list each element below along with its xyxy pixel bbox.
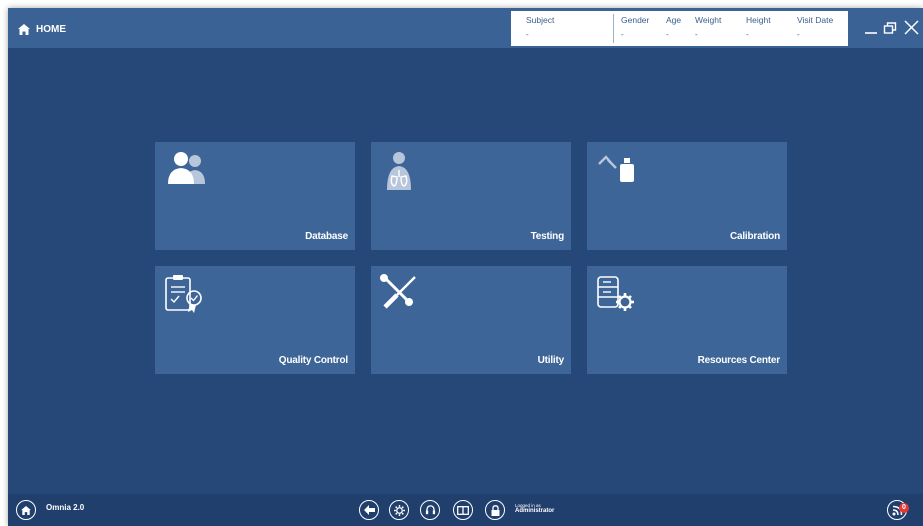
home-footer-button[interactable] (16, 500, 36, 520)
gear-icon (393, 504, 405, 516)
weight-field: Weight - (695, 15, 721, 39)
tile-label: Calibration (729, 231, 780, 242)
subject-field: Subject - (526, 15, 554, 39)
height-field: Height - (746, 15, 771, 39)
height-label: Height (746, 15, 771, 25)
tile-label: Testing (530, 231, 565, 242)
tile-label: Utility (537, 355, 565, 366)
calibration-syringe-icon (598, 155, 634, 182)
patient-lungs-icon (387, 152, 411, 190)
minimize-icon[interactable] (863, 19, 881, 37)
back-arrow-icon (363, 505, 375, 515)
tile-database[interactable]: Database (155, 142, 355, 250)
lock-icon (491, 504, 499, 516)
lock-button[interactable] (485, 500, 505, 520)
home-button[interactable]: HOME (18, 21, 66, 37)
tile-calibration[interactable]: Calibration (587, 142, 787, 250)
app-window: HOME Subject - Gender - Age - Weight - H… (8, 8, 923, 526)
age-field: Age - (666, 15, 681, 39)
age-label: Age (666, 15, 682, 25)
title-bar: HOME Subject - Gender - Age - Weight - H… (8, 8, 923, 48)
settings-button[interactable] (389, 500, 409, 520)
age-value: - (666, 30, 669, 39)
gender-value: - (621, 30, 624, 39)
users-icon (168, 152, 205, 184)
patient-info-panel: Subject - Gender - Age - Weight - Height… (511, 11, 848, 46)
bottom-bar: Omnia 2.0 Logged in as Administrator (8, 494, 923, 526)
server-gear-icon (597, 276, 634, 311)
visit-date-field: Visit Date - (797, 15, 833, 39)
clipboard-check-icon (165, 275, 202, 313)
notification-badge: 0 (899, 503, 909, 513)
app-brand: Omnia 2.0 (46, 503, 85, 512)
subject-value: - (526, 30, 529, 39)
book-icon (457, 505, 469, 515)
home-icon (21, 505, 31, 515)
wrench-screwdriver-icon (380, 274, 416, 309)
weight-label: Weight (695, 15, 722, 25)
tile-label: Resources Center (697, 355, 781, 366)
tile-label: Database (305, 231, 348, 242)
visit-date-label: Visit Date (797, 15, 834, 25)
height-value: - (746, 30, 749, 39)
tile-quality-control[interactable]: Quality Control (155, 266, 355, 374)
login-info: Logged in as Administrator (515, 503, 554, 515)
headset-icon (425, 504, 435, 514)
home-icon (18, 23, 30, 35)
tile-resources-center[interactable]: Resources Center (587, 266, 787, 374)
gender-label: Gender (621, 15, 650, 25)
weight-value: - (695, 30, 698, 39)
support-button[interactable] (420, 500, 440, 520)
logged-in-user: Administrator (515, 508, 555, 514)
tile-testing[interactable]: Testing (371, 142, 571, 250)
patient-divider (613, 14, 614, 43)
visit-date-value: - (797, 30, 800, 39)
close-icon[interactable] (903, 19, 921, 37)
home-label: HOME (36, 23, 66, 35)
manual-button[interactable] (453, 500, 473, 520)
back-button[interactable] (359, 500, 379, 520)
restore-icon[interactable] (882, 19, 900, 37)
subject-label: Subject (526, 15, 555, 25)
tile-utility[interactable]: Utility (371, 266, 571, 374)
gender-field: Gender - (621, 15, 649, 39)
tile-label: Quality Control (278, 355, 348, 366)
